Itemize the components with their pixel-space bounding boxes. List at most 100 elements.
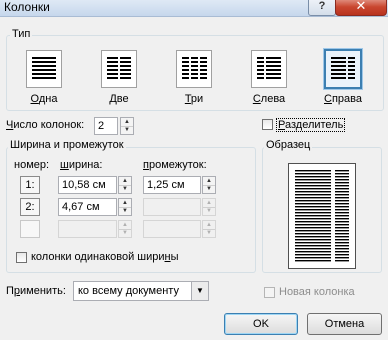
close-button[interactable]: ✕ <box>335 0 387 16</box>
preview-page <box>288 163 356 269</box>
columns-count-label: Число колонок: <box>6 119 85 131</box>
preview-line <box>295 200 331 202</box>
apply-to-value: ко всему документу <box>78 285 179 297</box>
help-button[interactable]: ? <box>308 0 336 16</box>
cancel-button[interactable]: Отмена <box>307 313 382 335</box>
preview-line <box>295 221 331 223</box>
preview-line <box>295 227 331 229</box>
preview-line <box>335 227 349 229</box>
new-column-label: Новая колонка <box>279 286 355 298</box>
columns-count-input[interactable]: 2 <box>94 117 118 135</box>
column-1-width-spinner[interactable]: ▲ ▼ <box>118 176 132 194</box>
spacing-column-header: промежуток: <box>143 159 207 171</box>
separator-label[interactable]: Разделитель <box>276 118 346 132</box>
preview-line <box>295 230 331 232</box>
columns-count-spinner[interactable]: ▲ ▼ <box>120 117 134 135</box>
preset-one-label[interactable]: Одна <box>14 93 74 105</box>
preview-line <box>295 203 331 205</box>
preset-three[interactable] <box>176 50 212 88</box>
preview-line <box>335 182 349 184</box>
preset-right[interactable] <box>324 49 362 89</box>
preview-line <box>295 218 331 220</box>
type-group-label: Тип <box>10 28 33 40</box>
spin-down-icon[interactable]: ▼ <box>121 126 133 134</box>
column-1-spacing-spinner[interactable]: ▲ ▼ <box>202 176 216 194</box>
preset-one-icon <box>32 57 56 79</box>
spin-down-icon[interactable]: ▼ <box>119 207 131 215</box>
preview-line <box>335 236 349 238</box>
preset-right-icon <box>331 57 355 79</box>
preview-line <box>335 212 349 214</box>
spin-down-icon: ▼ <box>122 230 128 236</box>
column-2-spacing-spinner: ▲ ▼ <box>202 198 216 216</box>
preview-line <box>295 254 331 256</box>
preview-line <box>335 245 349 247</box>
preset-one[interactable] <box>26 50 62 88</box>
column-2-spacing-input <box>143 198 201 216</box>
preset-left[interactable] <box>251 50 287 88</box>
preview-line <box>295 185 331 187</box>
apply-to-select[interactable]: ко всему документу ▼ <box>73 281 209 301</box>
preview-line <box>335 191 349 193</box>
preview-line <box>335 188 349 190</box>
preview-line <box>295 248 331 250</box>
preview-line <box>295 245 331 247</box>
column-2-width-input[interactable]: 4,67 см <box>58 198 117 216</box>
preset-right-label[interactable]: Справа <box>313 93 373 105</box>
preview-line <box>335 170 349 172</box>
column-2-width-spinner[interactable]: ▲ ▼ <box>118 198 132 216</box>
preview-line <box>295 191 331 193</box>
spin-down-icon[interactable]: ▼ <box>203 185 215 193</box>
window-title: Колонки <box>4 0 50 14</box>
help-icon: ? <box>318 0 326 12</box>
chevron-down-icon[interactable]: ▼ <box>191 282 208 300</box>
preview-line <box>335 242 349 244</box>
column-1-spacing-input[interactable]: 1,25 см <box>143 176 201 194</box>
preview-line <box>295 179 331 181</box>
preview-line <box>295 242 331 244</box>
preset-left-label[interactable]: Слева <box>239 93 299 105</box>
preview-line <box>335 206 349 208</box>
column-3-width-spinner: ▲ ▼ <box>118 220 132 238</box>
preview-line <box>335 251 349 253</box>
number-column-header: номер: <box>14 159 50 171</box>
preview-line <box>295 194 331 196</box>
preview-line <box>335 194 349 196</box>
preview-line <box>335 218 349 220</box>
preview-line <box>335 257 349 259</box>
preview-line <box>295 209 331 211</box>
preview-line <box>335 248 349 250</box>
preview-line <box>335 200 349 202</box>
preview-line <box>295 170 331 172</box>
close-icon: ✕ <box>355 0 367 13</box>
preset-left-icon <box>257 57 281 79</box>
column-number-1: 1: <box>20 176 40 194</box>
preview-line <box>295 260 331 262</box>
preview-line <box>335 254 349 256</box>
preset-two[interactable] <box>101 50 137 88</box>
preview-line <box>335 197 349 199</box>
preview-line <box>335 179 349 181</box>
preview-line <box>335 233 349 235</box>
preview-line <box>335 230 349 232</box>
column-1-width-input[interactable]: 10,58 см <box>58 176 117 194</box>
spin-down-icon: ▼ <box>206 208 212 214</box>
width-spacing-group-label: Ширина и промежуток <box>8 139 126 151</box>
equal-width-checkbox[interactable] <box>16 252 27 263</box>
column-number-2: 2: <box>20 198 40 216</box>
separator-checkbox[interactable] <box>262 119 273 130</box>
preview-line <box>295 197 331 199</box>
column-3-width-input <box>58 220 117 238</box>
preview-line <box>295 212 331 214</box>
spin-down-icon: ▼ <box>206 230 212 236</box>
preview-line <box>295 239 331 241</box>
preview-line <box>335 185 349 187</box>
preset-three-icon <box>182 57 207 79</box>
spin-down-icon[interactable]: ▼ <box>119 185 131 193</box>
equal-width-label[interactable]: колонки одинаковой ширины <box>31 251 179 263</box>
preset-two-label[interactable]: Две <box>89 93 149 105</box>
ok-button[interactable]: OK <box>224 313 298 335</box>
preview-line <box>295 251 331 253</box>
preset-three-label[interactable]: Три <box>164 93 224 105</box>
preview-line <box>335 239 349 241</box>
